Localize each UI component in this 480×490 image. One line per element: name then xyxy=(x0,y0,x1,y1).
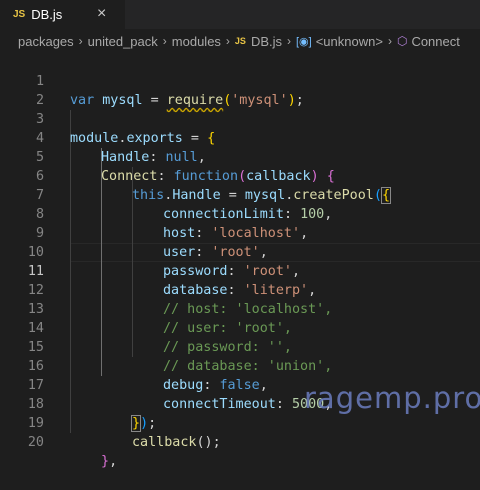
close-icon[interactable]: × xyxy=(97,5,106,23)
tab-bar: JS DB.js × xyxy=(0,0,480,29)
symbol-variable-icon: [◉] xyxy=(296,35,312,48)
line-number: 20 xyxy=(27,435,44,450)
code-line: 17 connectTimeout: 5000, xyxy=(0,357,480,412)
watermark: ragemp.pro xyxy=(304,381,480,415)
code-editor[interactable]: 1 var mysql = require('mysql'); 2 3 modu… xyxy=(0,53,480,469)
code-line: 15 // database: 'union', xyxy=(0,319,480,374)
breadcrumb: packages › united_pack › modules › JS DB… xyxy=(0,29,480,53)
brace: } xyxy=(101,454,110,469)
breadcrumb-item-united-pack[interactable]: united_pack xyxy=(88,34,158,49)
code-line: 3 module.exports = { xyxy=(0,91,480,146)
code-line: 4 Handle: null, xyxy=(0,110,480,165)
code-line: 9 user: 'root', xyxy=(0,205,480,260)
code-line: 6 this.Handle = mysql.createPool({ xyxy=(0,148,480,204)
code-line-current: 11 database: 'literp', xyxy=(0,243,480,298)
breadcrumb-item-packages[interactable]: packages xyxy=(18,34,74,49)
function-name: callback xyxy=(132,435,197,450)
code-line: 13 // user: 'root', xyxy=(0,281,480,336)
js-file-icon: JS xyxy=(13,9,26,20)
chevron-right-icon: › xyxy=(287,34,291,48)
chevron-right-icon: › xyxy=(162,34,167,48)
code-line: 1 var mysql = require('mysql'); xyxy=(0,53,480,108)
code-line: 10 password: 'root', xyxy=(0,224,480,279)
breadcrumb-item-connect[interactable]: Connect xyxy=(411,34,459,49)
breadcrumb-item-modules[interactable]: modules xyxy=(172,34,221,49)
code-line: 7 connectionLimit: 100, xyxy=(0,167,480,222)
js-file-icon: JS xyxy=(234,36,246,46)
chevron-right-icon: › xyxy=(387,34,392,48)
tab-label: DB.js xyxy=(31,7,63,22)
code-line: 14 // password: '', xyxy=(0,300,480,355)
chevron-right-icon: › xyxy=(225,34,230,48)
code-line: 2 xyxy=(0,72,480,108)
tab-db-js[interactable]: JS DB.js × xyxy=(0,0,125,29)
code-line: 5 Connect: function(callback) { xyxy=(0,129,480,184)
punctuation: , xyxy=(109,454,118,469)
code-line: 12 // host: 'localhost', xyxy=(0,262,480,317)
code-line: 16 debug: false, xyxy=(0,338,480,393)
breadcrumb-item-file[interactable]: DB.js xyxy=(251,34,282,49)
symbol-method-icon: ⬡ xyxy=(396,34,408,48)
punctuation: (); xyxy=(196,435,221,450)
code-line: 8 host: 'localhost', xyxy=(0,186,480,241)
chevron-right-icon: › xyxy=(78,34,83,48)
breadcrumb-item-unknown[interactable]: <unknown> xyxy=(316,34,383,49)
code-line: 20 }, xyxy=(0,414,480,469)
